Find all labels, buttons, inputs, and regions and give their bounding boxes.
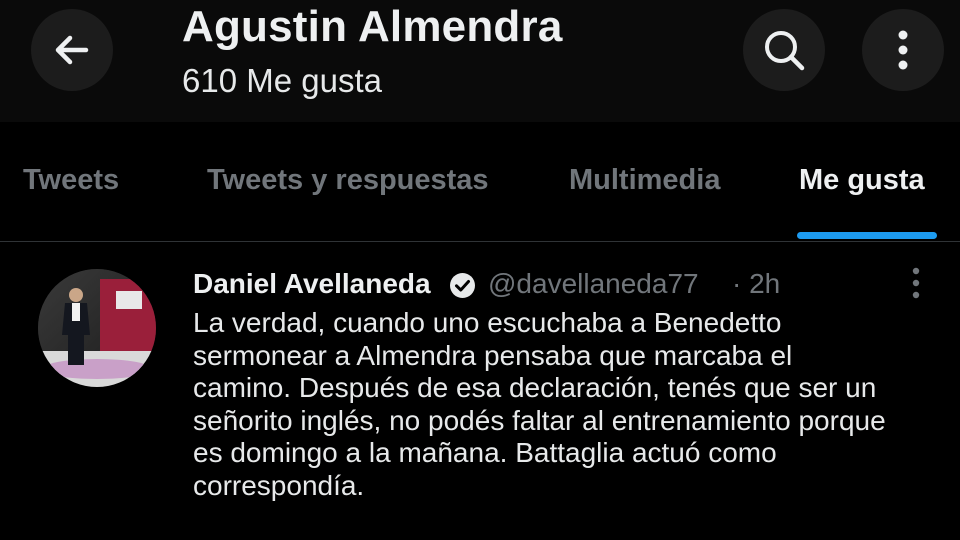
profile-tabs: Tweets Tweets y respuestas Multimedia Me… bbox=[0, 122, 960, 242]
tab-tweets[interactable]: Tweets bbox=[23, 164, 119, 197]
search-button[interactable] bbox=[743, 9, 825, 91]
avatar-photo bbox=[38, 269, 156, 387]
active-tab-indicator bbox=[797, 232, 937, 239]
tweet-author-handle[interactable]: @davellaneda77 bbox=[488, 268, 699, 300]
page-title: Agustin Almendra bbox=[182, 2, 563, 51]
tweet-text: La verdad, cuando uno escuchaba a Benede… bbox=[193, 307, 886, 501]
tweet-author-name[interactable]: Daniel Avellaneda bbox=[193, 268, 431, 300]
back-button[interactable] bbox=[31, 9, 113, 91]
profile-header: Agustin Almendra 610 Me gusta bbox=[0, 0, 960, 122]
tab-tweets-y-respuestas[interactable]: Tweets y respuestas bbox=[207, 164, 489, 197]
search-icon bbox=[765, 31, 805, 71]
tab-me-gusta[interactable]: Me gusta bbox=[799, 164, 925, 197]
more-vertical-icon bbox=[898, 30, 908, 70]
tab-multimedia[interactable]: Multimedia bbox=[569, 164, 720, 197]
tweet[interactable]: Daniel Avellaneda @davellaneda77 · 2h La… bbox=[0, 243, 960, 540]
arrow-left-icon bbox=[55, 35, 89, 65]
likes-count: 610 Me gusta bbox=[182, 62, 382, 99]
more-vertical-icon[interactable] bbox=[904, 265, 928, 301]
tweet-timestamp[interactable]: · 2h bbox=[732, 268, 780, 300]
more-options-button[interactable] bbox=[862, 9, 944, 91]
avatar[interactable] bbox=[38, 269, 156, 387]
verified-badge-icon bbox=[450, 273, 475, 298]
